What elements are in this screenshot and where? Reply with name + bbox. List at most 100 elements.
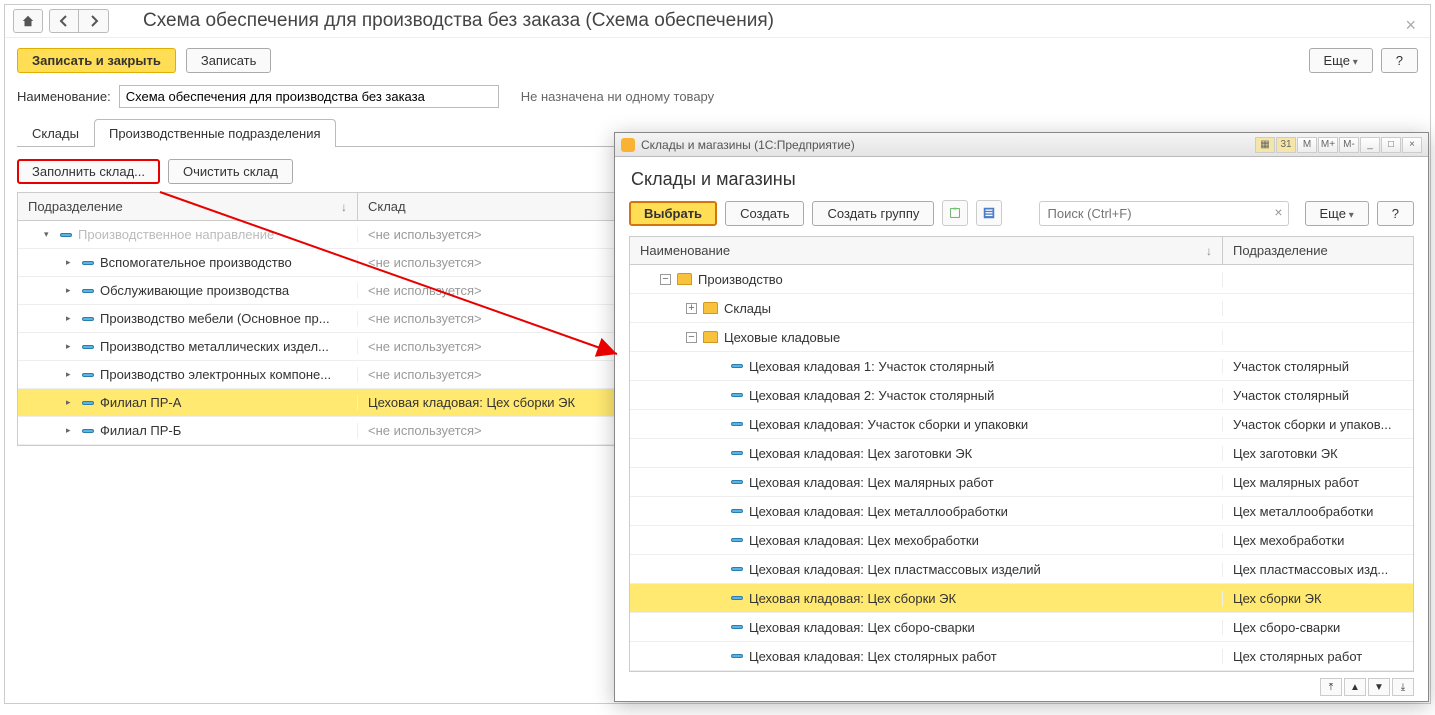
winbtn-min[interactable]: _ [1360, 137, 1380, 153]
col-department[interactable]: Подразделение ↓ [18, 193, 358, 220]
app-icon [621, 138, 635, 152]
item-icon [731, 480, 743, 484]
node-icon [82, 373, 94, 377]
list-view-icon[interactable] [976, 200, 1002, 226]
row-name: Производство мебели (Основное пр... [100, 311, 330, 326]
nav-last-icon[interactable]: ⤓ [1392, 678, 1414, 696]
item-name: Цеховая кладовая: Цех мехобработки [749, 533, 979, 548]
nav-down-icon[interactable]: ▼ [1368, 678, 1390, 696]
create-group-button[interactable]: Создать группу [812, 201, 934, 226]
sort-indicator-icon: ↓ [341, 200, 347, 214]
more-button[interactable]: Еще [1309, 48, 1373, 73]
item-name: Цеховая кладовая: Цех пластмассовых изде… [749, 562, 1041, 577]
forward-button[interactable] [79, 9, 109, 33]
name-label: Наименование: [17, 89, 111, 104]
node-icon [82, 401, 94, 405]
expand-icon[interactable]: ▸ [66, 257, 76, 268]
list-item[interactable]: Цеховая кладовая: Цех сборки ЭКЦех сборк… [630, 584, 1413, 613]
list-item[interactable]: Цеховая кладовая: Участок сборки и упако… [630, 410, 1413, 439]
clear-warehouse-button[interactable]: Очистить склад [168, 159, 293, 184]
expand-icon[interactable]: ▸ [66, 313, 76, 324]
row-name: Филиал ПР-Б [100, 423, 181, 438]
winbtn-close[interactable]: × [1402, 137, 1422, 153]
close-icon[interactable]: × [1405, 15, 1416, 36]
item-icon [731, 625, 743, 629]
list-item[interactable]: Цеховая кладовая 1: Участок столярныйУча… [630, 352, 1413, 381]
search-clear-icon[interactable]: × [1274, 204, 1282, 220]
node-icon [60, 233, 72, 237]
item-name: Производство [698, 272, 783, 287]
refresh-icon[interactable] [942, 200, 968, 226]
expand-icon[interactable]: ▸ [66, 369, 76, 380]
winbtn-calc-icon[interactable]: ▦ [1255, 137, 1275, 153]
list-item[interactable]: − Производство [630, 265, 1413, 294]
item-icon [731, 596, 743, 600]
item-dept: Участок столярный [1223, 388, 1413, 403]
item-dept: Цех пластмассовых изд... [1223, 562, 1413, 577]
row-name: Производство электронных компоне... [100, 367, 331, 382]
list-item[interactable]: Цеховая кладовая 2: Участок столярныйУча… [630, 381, 1413, 410]
help-button[interactable]: ? [1381, 48, 1418, 73]
item-name: Цеховая кладовая: Цех сборо-сварки [749, 620, 975, 635]
fill-warehouse-button[interactable]: Заполнить склад... [17, 159, 160, 184]
modal-col-dept[interactable]: Подразделение [1223, 237, 1413, 264]
node-icon [82, 317, 94, 321]
select-button[interactable]: Выбрать [629, 201, 717, 226]
create-button[interactable]: Создать [725, 201, 804, 226]
expand-toggle-icon[interactable]: − [660, 274, 671, 285]
modal-more-button[interactable]: Еще [1305, 201, 1369, 226]
row-name: Производственное направление [78, 227, 274, 242]
save-close-button[interactable]: Записать и закрыть [17, 48, 176, 73]
item-icon [731, 393, 743, 397]
list-item[interactable]: Цеховая кладовая: Цех пластмассовых изде… [630, 555, 1413, 584]
search-input[interactable] [1039, 201, 1289, 226]
expand-icon[interactable]: ▾ [44, 229, 54, 240]
item-name: Цеховая кладовая: Цех малярных работ [749, 475, 994, 490]
item-name: Цеховая кладовая: Цех металлообработки [749, 504, 1008, 519]
node-icon [82, 289, 94, 293]
modal-help-button[interactable]: ? [1377, 201, 1414, 226]
winbtn-mminus[interactable]: M- [1339, 137, 1359, 153]
winbtn-m[interactable]: M [1297, 137, 1317, 153]
list-item[interactable]: Цеховая кладовая: Цех мехобработкиЦех ме… [630, 526, 1413, 555]
item-name: Склады [724, 301, 771, 316]
warehouses-grid: Наименование ↓ Подразделение − Производст… [629, 236, 1414, 672]
list-item[interactable]: Цеховая кладовая: Цех малярных работЦех … [630, 468, 1413, 497]
item-name: Цеховая кладовая: Участок сборки и упако… [749, 417, 1028, 432]
list-item[interactable]: Цеховая кладовая: Цех заготовки ЭКЦех за… [630, 439, 1413, 468]
winbtn-cal-icon[interactable]: 31 [1276, 137, 1296, 153]
list-item[interactable]: Цеховая кладовая: Цех сборо-сваркиЦех сб… [630, 613, 1413, 642]
item-icon [731, 364, 743, 368]
home-button[interactable] [13, 9, 43, 33]
expand-icon[interactable]: ▸ [66, 425, 76, 436]
node-icon [82, 345, 94, 349]
row-name: Вспомогательное производство [100, 255, 292, 270]
list-item[interactable]: Цеховая кладовая: Цех столярных работЦех… [630, 642, 1413, 671]
nav-first-icon[interactable]: ⤒ [1320, 678, 1342, 696]
expand-icon[interactable]: ▸ [66, 397, 76, 408]
winbtn-max[interactable]: □ [1381, 137, 1401, 153]
item-dept: Цех сборки ЭК [1223, 591, 1413, 606]
item-dept: Участок сборки и упаков... [1223, 417, 1413, 432]
expand-icon[interactable]: ▸ [66, 341, 76, 352]
list-item[interactable]: − Цеховые кладовые [630, 323, 1413, 352]
expand-icon[interactable]: ▸ [66, 285, 76, 296]
expand-toggle-icon[interactable]: + [686, 303, 697, 314]
tab-departments[interactable]: Производственные подразделения [94, 119, 336, 147]
page-title: Схема обеспечения для производства без з… [143, 10, 774, 32]
modal-col-name[interactable]: Наименование ↓ [630, 237, 1223, 264]
window-caption: Склады и магазины (1С:Предприятие) [641, 138, 855, 152]
list-item[interactable]: Цеховая кладовая: Цех металлообработкиЦе… [630, 497, 1413, 526]
item-icon [731, 654, 743, 658]
winbtn-mplus[interactable]: M+ [1318, 137, 1338, 153]
expand-toggle-icon[interactable]: − [686, 332, 697, 343]
dialog-title: Склады и магазины [615, 157, 1428, 196]
node-icon [82, 429, 94, 433]
nav-up-icon[interactable]: ▲ [1344, 678, 1366, 696]
save-button[interactable]: Записать [186, 48, 272, 73]
list-item[interactable]: + Склады [630, 294, 1413, 323]
name-field[interactable] [119, 85, 499, 108]
item-name: Цеховые кладовые [724, 330, 840, 345]
back-button[interactable] [49, 9, 79, 33]
tab-warehouses[interactable]: Склады [17, 119, 94, 147]
